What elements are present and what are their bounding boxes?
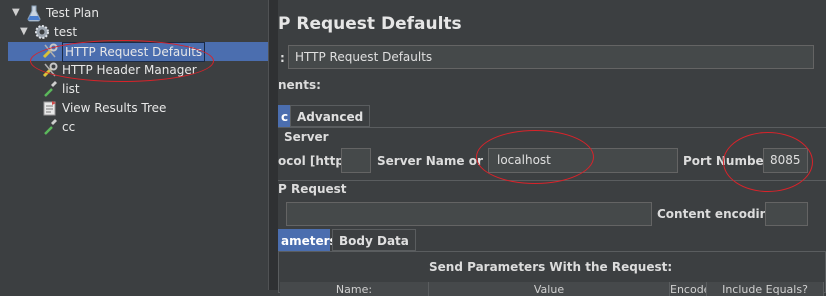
- tree-node-cc[interactable]: cc: [42, 118, 75, 136]
- content-encoding-label: Content encoding:: [657, 207, 782, 221]
- expand-arrow-icon[interactable]: ▼: [20, 26, 28, 37]
- tab-basic[interactable]: c: [278, 105, 290, 127]
- server-name-label: Server Name or IP:: [377, 154, 506, 168]
- tree-node-http-request-defaults[interactable]: HTTP Request Defaults: [42, 42, 206, 62]
- panel-title: P Request Defaults: [278, 14, 462, 34]
- column-header-include-equals[interactable]: Include Equals?: [707, 282, 824, 296]
- divider: [278, 127, 826, 128]
- server-name-field[interactable]: localhost: [488, 148, 678, 173]
- path-field[interactable]: [286, 202, 652, 226]
- expand-arrow-icon[interactable]: ▼: [12, 7, 20, 18]
- tree-node-view-results-tree[interactable]: View Results Tree: [42, 99, 166, 117]
- config-panel: P Request Defaults : HTTP Request Defaul…: [278, 0, 826, 296]
- port-number-label: Port Number:: [683, 154, 775, 168]
- listener-icon: [42, 99, 58, 117]
- thread-group-gear-icon: [34, 23, 50, 41]
- test-plan-tree: ▼ Test Plan ▼ test HTTP Request Defaults…: [0, 0, 268, 290]
- tree-node-list[interactable]: list: [42, 80, 80, 98]
- comments-label: nents:: [278, 78, 321, 92]
- tab-body-data[interactable]: Body Data: [332, 229, 416, 251]
- column-header-value[interactable]: Value: [429, 282, 670, 296]
- tree-node-test[interactable]: test: [34, 23, 77, 41]
- tab-parameters[interactable]: ameters: [278, 229, 337, 251]
- column-header-encode[interactable]: Encode?: [670, 282, 707, 296]
- tab-advanced[interactable]: Advanced: [290, 105, 371, 127]
- pipette-sampler-icon: [42, 80, 58, 98]
- tree-node-test-plan[interactable]: Test Plan: [26, 4, 99, 22]
- wrench-icon: [42, 61, 58, 79]
- test-plan-icon: [26, 4, 42, 22]
- name-label: :: [280, 51, 285, 65]
- column-header-name[interactable]: Name:: [280, 282, 429, 296]
- protocol-field[interactable]: [341, 148, 371, 173]
- http-request-group-title: P Request: [278, 182, 347, 196]
- content-encoding-field[interactable]: [765, 202, 808, 226]
- send-parameters-title: Send Parameters With the Request:: [429, 260, 673, 274]
- name-field[interactable]: HTTP Request Defaults: [288, 45, 814, 69]
- port-number-field[interactable]: 8085: [763, 148, 808, 173]
- server-group-title: Server: [284, 130, 329, 144]
- wrench-icon: [42, 42, 58, 60]
- tree-node-http-header-manager[interactable]: HTTP Header Manager: [42, 61, 197, 79]
- pipette-sampler-icon: [42, 118, 58, 136]
- divider: [278, 180, 826, 181]
